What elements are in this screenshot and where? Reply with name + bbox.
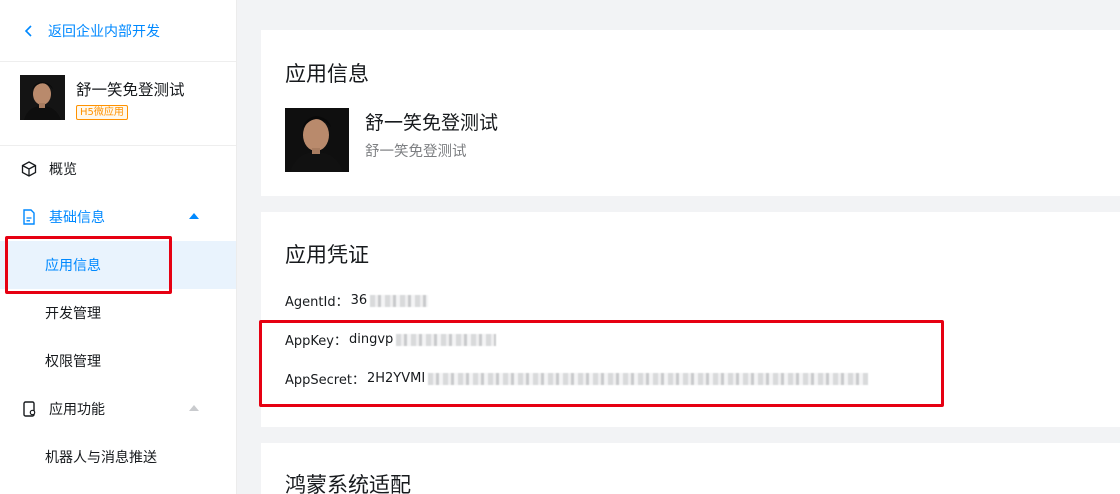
harmony-title: 鸿蒙系统适配: [285, 473, 411, 494]
app-info-card: 应用信息 舒一笑免登测试 舒一笑免登测试: [261, 30, 1120, 196]
sidebar-item-label: 应用信息: [45, 258, 101, 274]
sidebar-item-label: 开发管理: [45, 306, 101, 322]
sidebar: 返回企业内部开发 舒一笑免登测试 H5微应用 概览 基础信息 应用信息 开发管理…: [0, 0, 237, 494]
redacted-mask: [396, 333, 497, 346]
app-secret-label: AppSecret：: [285, 373, 365, 388]
sidebar-item-label: 概览: [49, 162, 77, 178]
app-type-badge: H5微应用: [76, 105, 128, 120]
app-summary: 舒一笑免登测试 H5微应用: [0, 62, 236, 146]
sidebar-item-label: 应用功能: [49, 402, 105, 418]
redacted-mask: [370, 294, 429, 307]
sidebar-item-label: 权限管理: [45, 354, 101, 370]
agent-id-value[interactable]: 36: [351, 293, 368, 308]
app-icon-large: [285, 108, 349, 172]
app-key-label: AppKey：: [285, 334, 347, 349]
sidebar-item-robot-messaging[interactable]: 机器人与消息推送: [0, 433, 236, 481]
cube-icon: [20, 160, 38, 178]
sidebar-item-permission-management[interactable]: 权限管理: [0, 337, 236, 385]
collapse-caret-icon[interactable]: [189, 405, 199, 411]
sidebar-item-dev-management[interactable]: 开发管理: [0, 289, 236, 337]
sidebar-item-app-features[interactable]: 应用功能: [0, 385, 236, 433]
credentials-title: 应用凭证: [285, 243, 369, 267]
back-link-label: 返回企业内部开发: [48, 23, 160, 40]
app-title: 舒一笑免登测试: [76, 81, 185, 99]
app-secret-row: AppSecret： 2H2YVMI: [285, 369, 869, 388]
app-description: 舒一笑免登测试: [365, 144, 467, 160]
chevron-left-icon: [24, 21, 44, 41]
app-avatar: [20, 75, 65, 120]
document-icon: [20, 208, 38, 226]
credentials-card: 应用凭证 AgentId： 36 AppKey： dingvp AppSecre…: [261, 212, 1120, 427]
phone-settings-icon: [20, 400, 38, 418]
sidebar-item-overview[interactable]: 概览: [0, 145, 236, 193]
app-key-row: AppKey： dingvp: [285, 330, 497, 349]
agent-id-row: AgentId： 36: [285, 291, 429, 310]
redacted-mask: [428, 372, 869, 385]
app-key-value[interactable]: dingvp: [349, 332, 393, 347]
back-to-internal-dev-link[interactable]: 返回企业内部开发: [0, 0, 236, 62]
app-info-title: 应用信息: [285, 62, 369, 86]
app-name: 舒一笑免登测试: [365, 112, 499, 134]
sidebar-item-basic-info[interactable]: 基础信息: [0, 193, 236, 241]
sidebar-item-label: 基础信息: [49, 210, 105, 226]
collapse-caret-icon[interactable]: [189, 213, 199, 219]
agent-id-label: AgentId：: [285, 295, 349, 310]
sidebar-item-label: 机器人与消息推送: [45, 450, 157, 466]
sidebar-item-app-info[interactable]: 应用信息: [0, 241, 236, 289]
app-secret-value[interactable]: 2H2YVMI: [367, 371, 425, 386]
harmony-card: 鸿蒙系统适配: [261, 443, 1120, 494]
